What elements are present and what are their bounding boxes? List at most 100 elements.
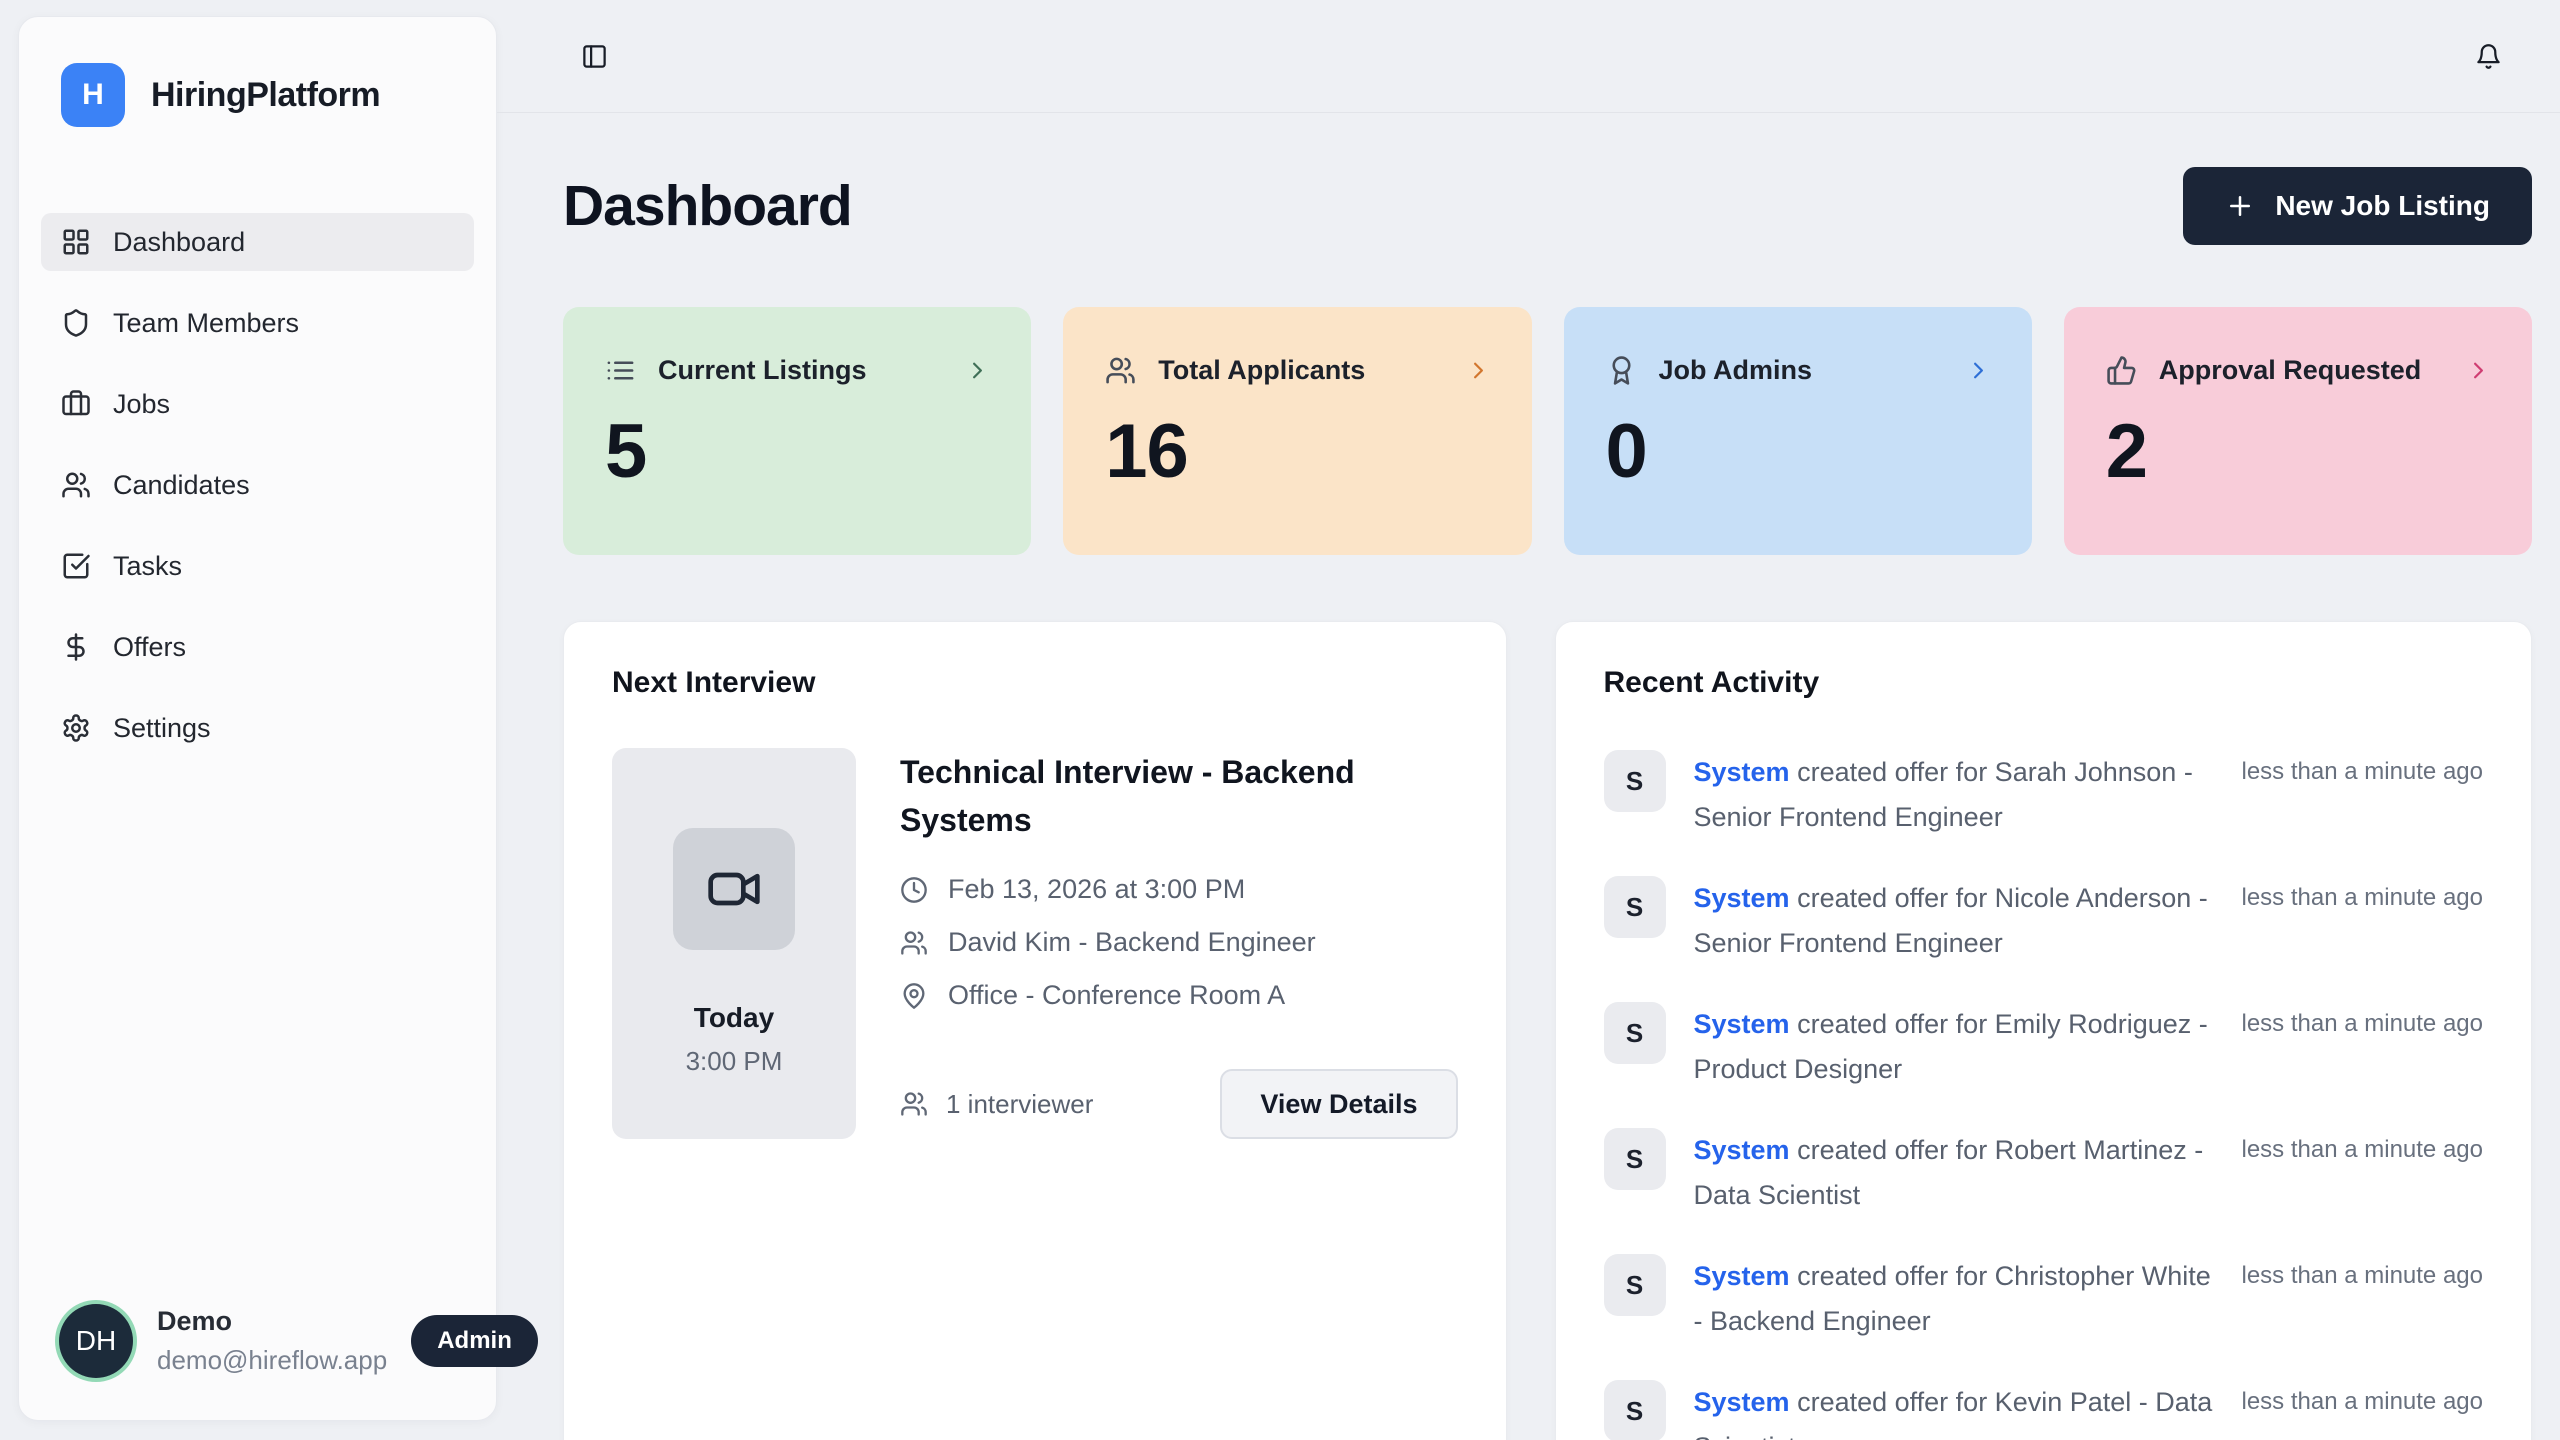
video-camera-icon bbox=[706, 861, 762, 917]
stat-label: Total Applicants bbox=[1158, 355, 1365, 386]
shield-icon bbox=[61, 308, 91, 338]
panel-left-icon bbox=[581, 43, 608, 70]
interview-day-label: Today bbox=[694, 1002, 774, 1034]
activity-avatar: S bbox=[1604, 1380, 1666, 1440]
sidebar-item-label: Tasks bbox=[113, 551, 182, 582]
activity-actor[interactable]: System bbox=[1694, 883, 1790, 913]
activity-avatar: S bbox=[1604, 1254, 1666, 1316]
stat-label: Current Listings bbox=[658, 355, 867, 386]
sidebar-item-offers[interactable]: Offers bbox=[41, 618, 474, 676]
activity-item: S System created offer for Sarah Johnson… bbox=[1604, 750, 2484, 840]
stat-card-job-admins[interactable]: Job Admins 0 bbox=[1564, 307, 2032, 555]
stat-value: 16 bbox=[1105, 414, 1491, 490]
activity-actor[interactable]: System bbox=[1694, 1387, 1790, 1417]
notifications-button[interactable] bbox=[2475, 43, 2502, 70]
interview-location: Office - Conference Room A bbox=[948, 980, 1285, 1011]
briefcase-icon bbox=[61, 389, 91, 419]
activity-avatar: S bbox=[1604, 876, 1666, 938]
activity-timestamp: less than a minute ago bbox=[2242, 1128, 2484, 1164]
sidebar-item-label: Settings bbox=[113, 713, 211, 744]
stat-value: 0 bbox=[1606, 414, 1992, 490]
activity-avatar: S bbox=[1604, 750, 1666, 812]
sidebar-nav: Dashboard Team Members Jobs Candidates T… bbox=[41, 213, 474, 757]
user-email: demo@hireflow.app bbox=[157, 1345, 387, 1376]
activity-actor[interactable]: System bbox=[1694, 1261, 1790, 1291]
list-icon bbox=[605, 355, 636, 386]
user-card[interactable]: DH Demo demo@hireflow.app Admin bbox=[41, 1304, 474, 1378]
sidebar-item-settings[interactable]: Settings bbox=[41, 699, 474, 757]
activity-item: S System created offer for Nicole Anders… bbox=[1604, 876, 2484, 966]
topbar bbox=[497, 0, 2560, 113]
gear-icon bbox=[61, 713, 91, 743]
users-icon bbox=[900, 929, 928, 957]
stat-card-approval-requested[interactable]: Approval Requested 2 bbox=[2064, 307, 2532, 555]
interview-candidate-row: David Kim - Backend Engineer bbox=[900, 927, 1458, 958]
thumbs-up-icon bbox=[2106, 355, 2137, 386]
recent-activity-heading: Recent Activity bbox=[1604, 666, 2484, 700]
stat-cards: Current Listings 5 Total Applicants 16 J… bbox=[563, 307, 2532, 555]
activity-text: System created offer for Emily Rodriguez… bbox=[1694, 1002, 2214, 1092]
users-icon bbox=[900, 1090, 928, 1118]
sidebar-item-candidates[interactable]: Candidates bbox=[41, 456, 474, 514]
activity-text: System created offer for Christopher Whi… bbox=[1694, 1254, 2214, 1344]
plus-icon bbox=[2225, 191, 2255, 221]
check-square-icon bbox=[61, 551, 91, 581]
next-interview-panel: Next Interview Today 3:00 PM Technical I… bbox=[563, 621, 1507, 1440]
activity-list: S System created offer for Sarah Johnson… bbox=[1604, 750, 2484, 1440]
stat-label: Job Admins bbox=[1659, 355, 1813, 386]
content: Dashboard New Job Listing Current Listin… bbox=[497, 167, 2560, 1440]
sidebar-item-tasks[interactable]: Tasks bbox=[41, 537, 474, 595]
activity-item: S System created offer for Robert Martin… bbox=[1604, 1128, 2484, 1218]
sidebar: H HiringPlatform Dashboard Team Members … bbox=[18, 16, 497, 1421]
interview-datetime-row: Feb 13, 2026 at 3:00 PM bbox=[900, 874, 1458, 905]
main-area: Dashboard New Job Listing Current Listin… bbox=[497, 0, 2560, 1440]
stat-value: 5 bbox=[605, 414, 991, 490]
sidebar-item-dashboard[interactable]: Dashboard bbox=[41, 213, 474, 271]
app-title: HiringPlatform bbox=[151, 76, 380, 115]
new-job-listing-button[interactable]: New Job Listing bbox=[2183, 167, 2532, 245]
chevron-right-icon bbox=[1965, 357, 1992, 384]
view-details-button[interactable]: View Details bbox=[1220, 1069, 1457, 1139]
activity-timestamp: less than a minute ago bbox=[2242, 750, 2484, 786]
activity-avatar: S bbox=[1604, 1128, 1666, 1190]
activity-text: System created offer for Sarah Johnson -… bbox=[1694, 750, 2214, 840]
sidebar-toggle-button[interactable] bbox=[581, 43, 608, 70]
activity-actor[interactable]: System bbox=[1694, 1135, 1790, 1165]
interview-date-tile: Today 3:00 PM bbox=[612, 748, 856, 1139]
stat-card-current-listings[interactable]: Current Listings 5 bbox=[563, 307, 1031, 555]
avatar: DH bbox=[59, 1304, 133, 1378]
interview-candidate: David Kim - Backend Engineer bbox=[948, 927, 1316, 958]
map-pin-icon bbox=[900, 982, 928, 1010]
sidebar-item-jobs[interactable]: Jobs bbox=[41, 375, 474, 433]
page-title: Dashboard bbox=[563, 173, 852, 239]
stat-card-total-applicants[interactable]: Total Applicants 16 bbox=[1063, 307, 1531, 555]
activity-timestamp: less than a minute ago bbox=[2242, 1380, 2484, 1416]
sidebar-item-label: Offers bbox=[113, 632, 186, 663]
clock-icon bbox=[900, 876, 928, 904]
users-icon bbox=[61, 470, 91, 500]
next-interview-heading: Next Interview bbox=[612, 666, 1458, 700]
chevron-right-icon bbox=[964, 357, 991, 384]
stat-label: Approval Requested bbox=[2159, 355, 2422, 386]
interview-title: Technical Interview - Backend Systems bbox=[900, 748, 1420, 844]
recent-activity-panel: Recent Activity S System created offer f… bbox=[1555, 621, 2533, 1440]
stat-value: 2 bbox=[2106, 414, 2492, 490]
dollar-icon bbox=[61, 632, 91, 662]
activity-actor[interactable]: System bbox=[1694, 757, 1790, 787]
chevron-right-icon bbox=[1465, 357, 1492, 384]
interview-datetime: Feb 13, 2026 at 3:00 PM bbox=[948, 874, 1245, 905]
activity-text: System created offer for Nicole Anderson… bbox=[1694, 876, 2214, 966]
brand: H HiringPlatform bbox=[41, 63, 474, 127]
user-info: Demo demo@hireflow.app bbox=[157, 1306, 387, 1376]
activity-actor[interactable]: System bbox=[1694, 1009, 1790, 1039]
chevron-right-icon bbox=[2465, 357, 2492, 384]
activity-timestamp: less than a minute ago bbox=[2242, 1254, 2484, 1290]
activity-timestamp: less than a minute ago bbox=[2242, 876, 2484, 912]
sidebar-item-team-members[interactable]: Team Members bbox=[41, 294, 474, 352]
activity-text: System created offer for Robert Martinez… bbox=[1694, 1128, 2214, 1218]
app-logo: H bbox=[61, 63, 125, 127]
activity-item: S System created offer for Kevin Patel -… bbox=[1604, 1380, 2484, 1440]
activity-timestamp: less than a minute ago bbox=[2242, 1002, 2484, 1038]
interview-location-row: Office - Conference Room A bbox=[900, 980, 1458, 1011]
sidebar-item-label: Dashboard bbox=[113, 227, 245, 258]
